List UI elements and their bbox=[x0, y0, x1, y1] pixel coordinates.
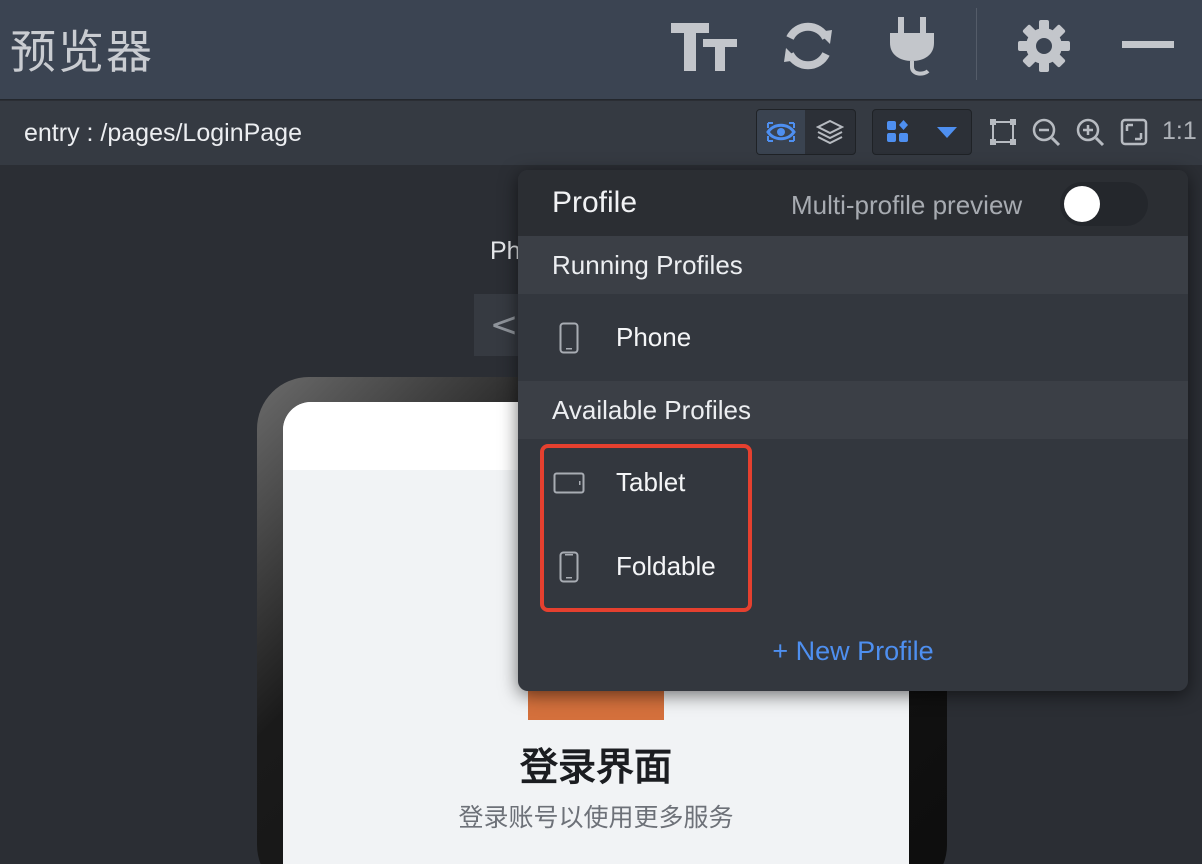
zoom-in-icon[interactable] bbox=[1073, 115, 1107, 149]
running-profiles-header: Running Profiles bbox=[518, 236, 1188, 294]
fit-screen-icon[interactable] bbox=[1117, 115, 1151, 149]
chevron-left-icon: < bbox=[489, 305, 519, 345]
available-profiles-header: Available Profiles bbox=[518, 381, 1188, 439]
gear-icon[interactable] bbox=[1008, 14, 1080, 78]
layers-icon[interactable] bbox=[805, 110, 855, 154]
new-profile-link[interactable]: + New Profile bbox=[518, 636, 1188, 667]
title-bar: 预览器 bbox=[0, 0, 1202, 100]
profile-item-phone[interactable]: Phone bbox=[518, 296, 1188, 380]
page-path: entry : /pages/LoginPage bbox=[24, 119, 302, 147]
profile-label: Phone bbox=[616, 322, 692, 352]
login-subtitle: 登录账号以使用更多服务 bbox=[458, 803, 734, 832]
profile-popup: Profile Multi-profile preview Running Pr… bbox=[518, 170, 1188, 691]
multi-profile-toggle[interactable] bbox=[1060, 182, 1148, 226]
dropdown-arrow-icon bbox=[922, 110, 971, 154]
phone-icon bbox=[552, 320, 586, 356]
preview-toolbar: entry : /pages/LoginPage 1:1 bbox=[0, 101, 1202, 165]
font-size-icon[interactable] bbox=[668, 14, 740, 78]
refresh-icon[interactable] bbox=[772, 14, 844, 78]
popup-title: Profile bbox=[552, 186, 638, 219]
app-title: 预览器 bbox=[10, 25, 154, 79]
popup-header: Profile Multi-profile preview bbox=[518, 170, 1188, 236]
toolbar-separator bbox=[976, 8, 977, 80]
multi-profile-label: Multi-profile preview bbox=[791, 190, 1023, 220]
minimize-icon[interactable] bbox=[1112, 14, 1184, 78]
device-label: Ph bbox=[490, 237, 521, 265]
plug-icon[interactable] bbox=[876, 14, 948, 78]
toggle-knob bbox=[1064, 186, 1100, 222]
eye-icon[interactable] bbox=[757, 110, 805, 154]
highlight-box bbox=[540, 444, 752, 612]
section-title: Available Profiles bbox=[552, 395, 751, 425]
zoom-out-icon[interactable] bbox=[1029, 115, 1063, 149]
bounding-box-icon[interactable] bbox=[986, 115, 1020, 149]
profiles-grid-icon bbox=[873, 110, 922, 154]
profile-selector[interactable] bbox=[872, 109, 972, 155]
section-title: Running Profiles bbox=[552, 250, 743, 280]
view-mode-toggle bbox=[756, 109, 856, 155]
actual-size-button[interactable]: 1:1 bbox=[1162, 117, 1197, 146]
login-title: 登录界面 bbox=[519, 745, 672, 789]
